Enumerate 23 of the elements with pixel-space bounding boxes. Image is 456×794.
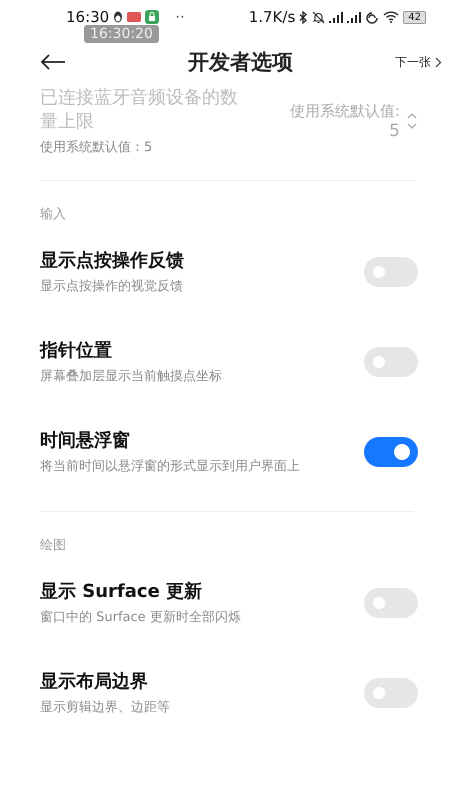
value-label: 使用系统默认值: bbox=[290, 102, 400, 120]
value-number: 5 bbox=[389, 120, 400, 140]
page-title: 开发者选项 bbox=[186, 49, 294, 76]
setting-title: 显示 Surface 更新 bbox=[40, 580, 204, 604]
next-link[interactable]: 下一张 bbox=[395, 54, 431, 70]
setting-title: 已连接蓝牙音频设备的数量上限 bbox=[40, 86, 239, 134]
setting-description: 显示剪辑边界、边距等 bbox=[40, 699, 171, 716]
setting-title: 指针位置 bbox=[40, 339, 113, 363]
status-time: 16:30 bbox=[66, 8, 110, 26]
setting-title: 显示布局边界 bbox=[40, 670, 149, 694]
network-speed: 1.7K/s bbox=[248, 8, 296, 26]
setting-description: 将当前时间以悬浮窗的形式显示到用户界面上 bbox=[40, 458, 301, 475]
setting-description: 窗口中的 Surface 更新时全部闪烁 bbox=[40, 609, 242, 626]
setting-description: 屏幕叠加层显示当前触摸点坐标 bbox=[40, 368, 223, 385]
setting-description: 显示点按操作的视觉反馈 bbox=[40, 278, 184, 295]
section-header: 绘图 bbox=[39, 537, 67, 554]
section-header: 输入 bbox=[39, 206, 67, 223]
setting-title: 时间悬浮窗 bbox=[40, 429, 131, 453]
battery-level: 42 bbox=[403, 10, 426, 24]
more-dots: ·· bbox=[175, 8, 185, 26]
setting-description: 使用系统默认值：5 bbox=[40, 139, 154, 156]
floating-clock: 16:30:20 bbox=[84, 25, 159, 43]
setting-title: 显示点按操作反馈 bbox=[40, 249, 185, 273]
